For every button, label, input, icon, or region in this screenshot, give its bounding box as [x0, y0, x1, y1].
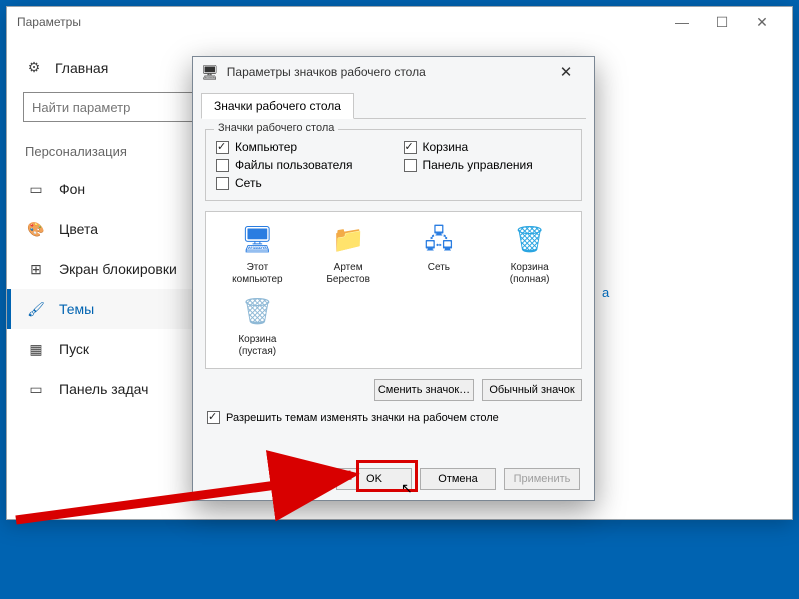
settings-titlebar: Параметры — ☐ ✕ [7, 7, 792, 37]
dialog-titlebar: 🖥 Параметры значков рабочего стола ✕ [193, 57, 594, 87]
tab-body: Значки рабочего стола Компьютер Корзина … [193, 119, 594, 432]
checkbox-icon [216, 159, 229, 172]
nav-label: Пуск [59, 341, 89, 357]
check-recycle[interactable]: Корзина [404, 140, 572, 154]
icon-recycle-empty[interactable]: 🗑 Корзина (пустая) [216, 294, 299, 358]
icon-recycle-full[interactable]: 🗑 Корзина (полная) [488, 222, 571, 286]
icon-preview-grid: 🖥 Этот компьютер 📁 Артем Берестов 🖧 Сеть… [205, 211, 582, 369]
display-icon: 🖥 [201, 64, 219, 81]
lock-icon: ⊞ [27, 261, 45, 278]
default-icon-button[interactable]: Обычный значок [482, 379, 582, 401]
check-userfiles[interactable]: Файлы пользователя [216, 158, 384, 172]
brush-icon: 🖌 [27, 301, 45, 318]
change-icon-button[interactable]: Сменить значок… [374, 379, 474, 401]
apply-button[interactable]: Применить [504, 468, 580, 490]
bin-full-icon: 🗑 [512, 222, 548, 258]
dialog-close-button[interactable]: ✕ [546, 63, 586, 81]
checkbox-icon [216, 177, 229, 190]
check-computer[interactable]: Компьютер [216, 140, 384, 154]
icon-label: Этот компьютер [232, 262, 282, 286]
close-button[interactable]: ✕ [742, 14, 782, 31]
group-title: Значки рабочего стола [214, 122, 338, 134]
check-network[interactable]: Сеть [216, 176, 384, 190]
tab-strip: Значки рабочего стола [201, 93, 586, 119]
check-label: Файлы пользователя [235, 158, 352, 172]
computer-icon: 🖥 [239, 222, 275, 258]
nav-label: Цвета [59, 221, 98, 237]
allow-themes-check[interactable]: Разрешить темам изменять значки на рабоч… [207, 411, 582, 424]
grid-icon: ▦ [27, 341, 45, 358]
checkbox-icon [404, 159, 417, 172]
network-icon: 🖧 [421, 222, 457, 258]
palette-icon: 🎨 [27, 221, 45, 238]
minimize-button[interactable]: — [662, 14, 702, 30]
settings-title: Параметры [17, 15, 81, 29]
taskbar-icon: ▭ [27, 381, 45, 398]
nav-label: Экран блокировки [59, 261, 177, 277]
check-label: Панель управления [423, 158, 533, 172]
check-label: Компьютер [235, 140, 297, 154]
check-control-panel[interactable]: Панель управления [404, 158, 572, 172]
icon-label: Корзина (пустая) [238, 334, 276, 358]
icon-label: Сеть [428, 262, 450, 274]
nav-label: Панель задач [59, 381, 148, 397]
gear-icon: ⚙ [25, 59, 43, 76]
cancel-button[interactable]: Отмена [420, 468, 496, 490]
icon-network[interactable]: 🖧 Сеть [398, 222, 481, 286]
check-label: Сеть [235, 176, 262, 190]
desktop-icons-dialog: 🖥 Параметры значков рабочего стола ✕ Зна… [192, 56, 595, 501]
icon-this-pc[interactable]: 🖥 Этот компьютер [216, 222, 299, 286]
icon-button-row: Сменить значок… Обычный значок [205, 379, 582, 401]
folder-icon: 📁 [330, 222, 366, 258]
ok-button[interactable]: OK [336, 468, 412, 490]
bin-empty-icon: 🗑 [239, 294, 275, 330]
allow-label: Разрешить темам изменять значки на рабоч… [226, 412, 499, 424]
home-label: Главная [55, 60, 108, 76]
dialog-title: Параметры значков рабочего стола [227, 65, 426, 79]
icon-user-folder[interactable]: 📁 Артем Берестов [307, 222, 390, 286]
nav-label: Темы [59, 301, 94, 317]
picture-icon: ▭ [27, 181, 45, 198]
maximize-button[interactable]: ☐ [702, 14, 742, 31]
checkbox-icon [207, 411, 220, 424]
tab-desktop-icons[interactable]: Значки рабочего стола [201, 93, 354, 119]
checkbox-icon [404, 141, 417, 154]
icon-label: Артем Берестов [326, 262, 370, 286]
nav-label: Фон [59, 181, 85, 197]
main-link-partial: а [602, 285, 609, 300]
check-label: Корзина [423, 140, 469, 154]
dialog-footer: OK Отмена Применить [336, 468, 580, 490]
checkbox-icon [216, 141, 229, 154]
icon-label: Корзина (полная) [510, 262, 550, 286]
checkbox-group: Значки рабочего стола Компьютер Корзина … [205, 129, 582, 201]
